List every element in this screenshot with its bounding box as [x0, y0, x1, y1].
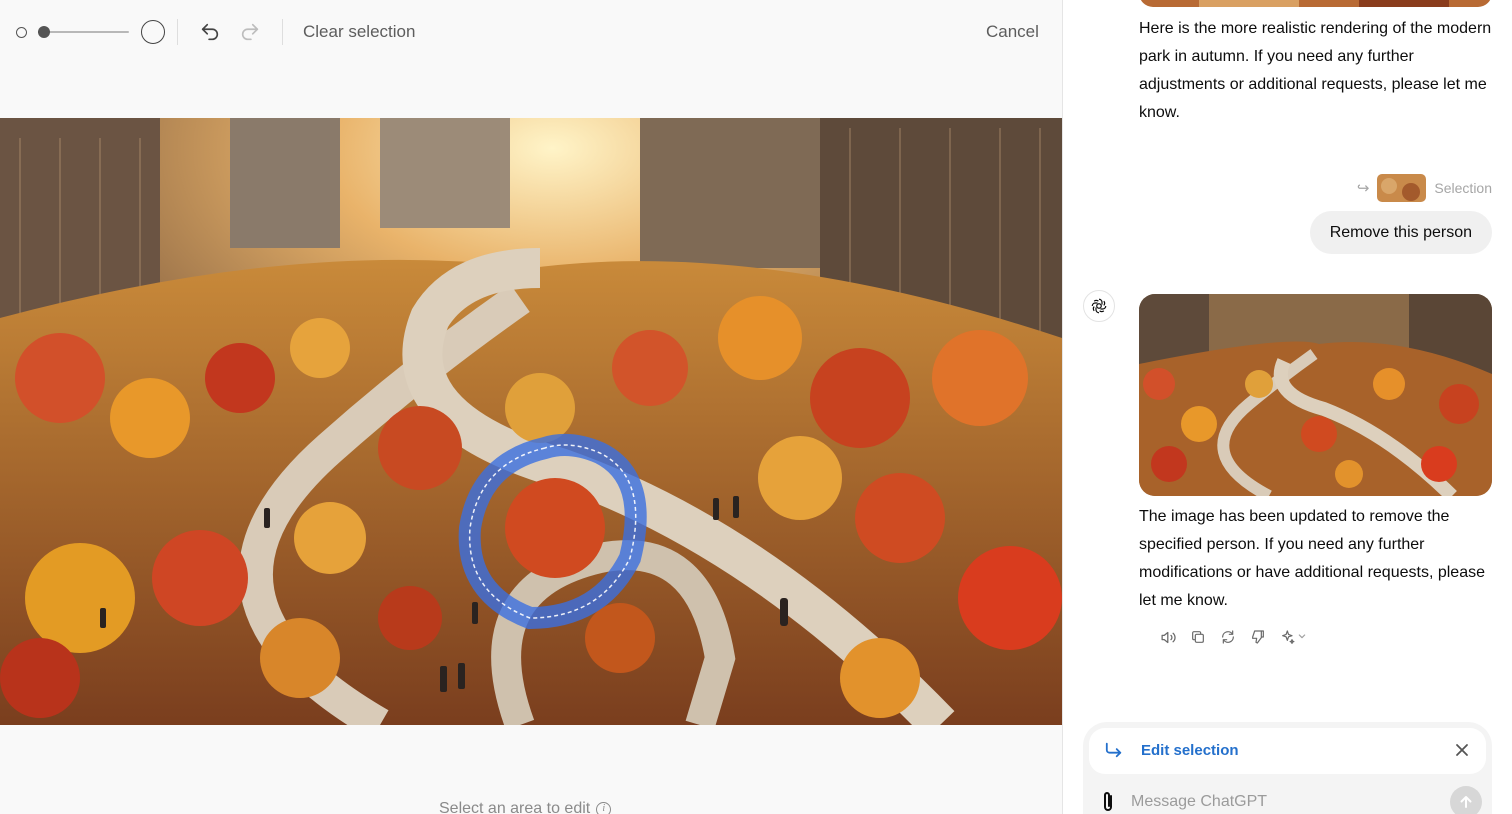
read-aloud-icon[interactable] — [1159, 626, 1177, 648]
assistant-message: Here is the more realistic rendering of … — [1139, 20, 1492, 121]
message-composer: Edit selection — [1083, 722, 1492, 814]
previous-generated-image[interactable] — [1139, 0, 1492, 7]
chat-pane: Here is the more realistic rendering of … — [1063, 0, 1512, 814]
close-icon[interactable] — [1452, 740, 1472, 760]
thumbs-down-icon[interactable] — [1249, 626, 1267, 648]
hint-text: Select an area to edit — [439, 800, 591, 814]
toolbar-divider — [282, 19, 283, 45]
reply-arrow-icon: ↪ — [1356, 180, 1370, 197]
toolbar-divider — [177, 19, 178, 45]
message-actions — [1159, 626, 1309, 648]
generated-result-image[interactable] — [1139, 294, 1492, 496]
message-input[interactable] — [1131, 790, 1431, 814]
edit-selection-arrow-icon — [1103, 741, 1125, 764]
regenerate-icon[interactable] — [1219, 626, 1237, 648]
select-area-hint: Select an area to edit i — [439, 800, 612, 814]
brush-size-slider-thumb[interactable] — [38, 26, 51, 38]
selection-reference: ↪ Selection — [1357, 174, 1492, 202]
clear-selection-button[interactable]: Clear selection — [303, 22, 415, 42]
send-button[interactable] — [1450, 786, 1482, 814]
brush-size-small-icon — [16, 27, 27, 38]
brush-size-large-icon — [141, 20, 165, 44]
selection-label: Selection — [1434, 180, 1492, 196]
edit-selection-label: Edit selection — [1141, 742, 1239, 759]
editable-image-canvas[interactable] — [0, 118, 1062, 725]
chatgpt-logo-icon — [1083, 290, 1115, 322]
info-icon[interactable]: i — [596, 801, 612, 814]
image-editor-pane: Clear selection Cancel Select an area to… — [0, 0, 1062, 814]
attach-paperclip-icon[interactable] — [1099, 790, 1117, 814]
brush-size-slider[interactable] — [38, 31, 129, 33]
cancel-button[interactable]: Cancel — [986, 22, 1039, 42]
assistant-message: The image has been updated to remove the… — [1139, 508, 1485, 609]
copy-icon[interactable] — [1189, 626, 1207, 648]
redo-icon[interactable] — [238, 20, 262, 44]
user-message-bubble: Remove this person — [1309, 211, 1492, 254]
editor-toolbar: Clear selection Cancel — [0, 0, 1062, 64]
sparkle-icon[interactable] — [1279, 626, 1309, 648]
edit-selection-bar: Edit selection — [1089, 728, 1486, 774]
selection-thumbnail[interactable] — [1377, 174, 1427, 202]
undo-icon[interactable] — [198, 20, 222, 44]
